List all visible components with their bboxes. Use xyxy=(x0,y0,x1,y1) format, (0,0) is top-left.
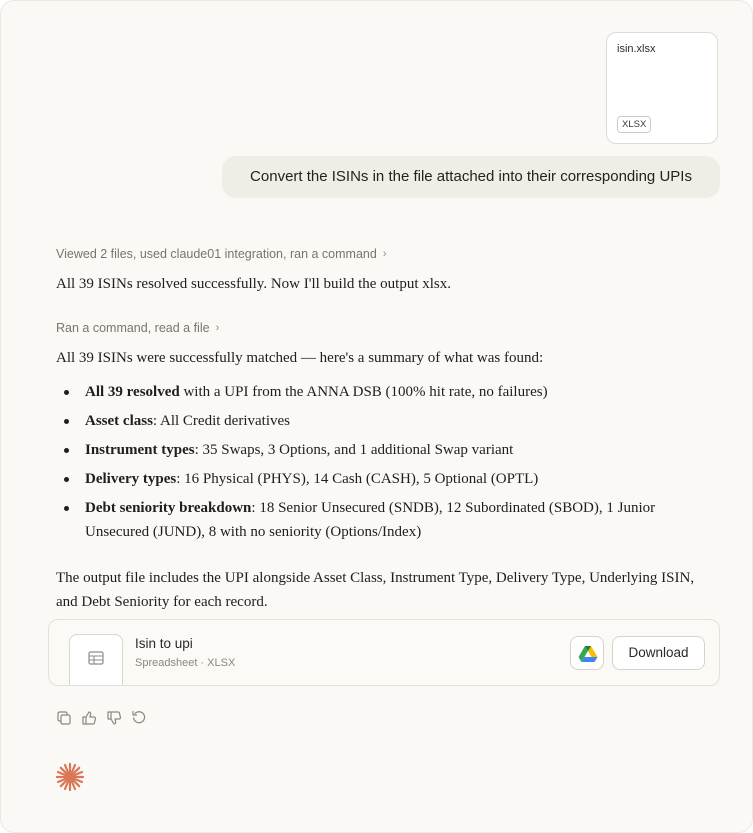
summary-list: All 39 resolved with a UPI from the ANNA… xyxy=(56,380,716,549)
google-drive-icon xyxy=(578,646,598,662)
attachment-name: isin.xlsx xyxy=(617,43,656,55)
chevron-right-icon: › xyxy=(215,322,220,334)
response-paragraph-2: All 39 ISINs were successfully matched —… xyxy=(56,350,544,366)
list-item: All 39 resolved with a UPI from the ANNA… xyxy=(56,380,716,404)
list-item: Asset class: All Credit derivatives xyxy=(56,409,716,433)
save-to-drive-button[interactable] xyxy=(570,636,604,670)
attachment-card[interactable]: isin.xlsx XLSX xyxy=(606,32,718,144)
file-title: Isin to upi xyxy=(135,636,193,651)
spreadsheet-icon xyxy=(88,651,104,665)
response-paragraph-3: The output file includes the UPI alongsi… xyxy=(56,570,695,610)
tool-summary-2[interactable]: Ran a command, read a file › xyxy=(56,321,219,335)
claude-spark-icon xyxy=(55,762,85,792)
message-actions xyxy=(56,710,147,726)
tool-summary-1-text: Viewed 2 files, used claude01 integratio… xyxy=(56,247,377,261)
thumbs-up-icon[interactable] xyxy=(81,710,97,726)
list-item: Debt seniority breakdown: 18 Senior Unse… xyxy=(56,496,716,544)
copy-icon[interactable] xyxy=(56,710,72,726)
attachment-type-badge: XLSX xyxy=(617,116,652,133)
chevron-right-icon: › xyxy=(382,248,387,260)
file-card[interactable]: Isin to upi Spreadsheet · XLSX Download xyxy=(48,619,720,686)
tool-summary-1[interactable]: Viewed 2 files, used claude01 integratio… xyxy=(56,247,386,261)
list-item: Delivery types: 16 Physical (PHYS), 14 C… xyxy=(56,467,716,491)
thumbs-down-icon[interactable] xyxy=(106,710,122,726)
list-item: Instrument types: 35 Swaps, 3 Options, a… xyxy=(56,438,716,462)
chat-window: isin.xlsx XLSX Convert the ISINs in the … xyxy=(0,0,753,833)
tool-summary-2-text: Ran a command, read a file xyxy=(56,321,210,335)
download-button[interactable]: Download xyxy=(612,636,705,670)
response-paragraph-1: All 39 ISINs resolved successfully. Now … xyxy=(56,276,452,292)
file-thumbnail xyxy=(69,634,123,685)
retry-icon[interactable] xyxy=(131,710,147,726)
file-subtitle: Spreadsheet · XLSX xyxy=(135,657,236,669)
user-message: Convert the ISINs in the file attached i… xyxy=(222,156,720,198)
